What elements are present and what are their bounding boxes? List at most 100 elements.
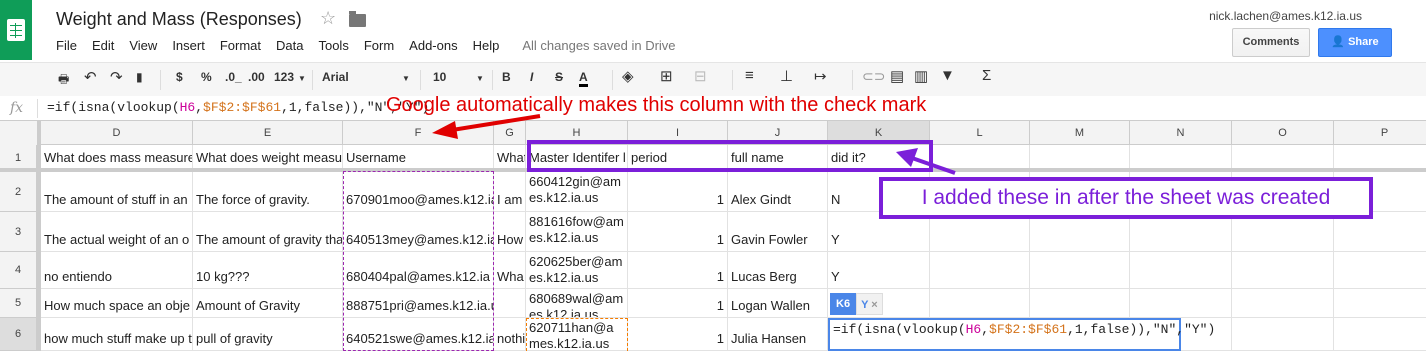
save-status[interactable]: All changes saved in Drive (522, 38, 675, 53)
cell-p5[interactable] (1334, 289, 1426, 318)
column-header-p[interactable]: P (1334, 121, 1426, 145)
italic-button[interactable]: I (530, 70, 533, 84)
menu-edit[interactable]: Edit (92, 38, 114, 53)
cell-n4[interactable] (1130, 252, 1232, 289)
undo-icon[interactable]: ↶ (84, 68, 97, 86)
text-wrap-icon[interactable]: ↦ (814, 67, 827, 85)
bold-button[interactable]: B (502, 70, 511, 84)
row-header-5[interactable]: 5 (0, 289, 37, 318)
cell-h5[interactable]: 680689wal@ames.k12.ia.us (526, 289, 628, 318)
column-header-l[interactable]: L (930, 121, 1030, 145)
cell-editor-k6[interactable]: =if(isna(vlookup(H6,$F$2:$F$61,1,false))… (828, 318, 1215, 351)
formula-input[interactable]: =if(isna(vlookup(H6,$F$2:$F$61,1,false))… (47, 100, 429, 115)
cell-g6[interactable]: nothi (494, 318, 526, 351)
cell-e6[interactable]: pull of gravity (193, 318, 343, 351)
menu-addons[interactable]: Add-ons (409, 38, 457, 53)
cell-g4[interactable]: Wha (494, 252, 526, 289)
chart-icon[interactable]: ▥ (914, 67, 928, 85)
column-header-f[interactable]: F (343, 121, 494, 145)
print-icon[interactable]: 🖶 (58, 70, 69, 91)
cell-h2[interactable]: 660412gin@ames.k12.ia.us (526, 172, 628, 212)
cell-i4[interactable]: 1 (628, 252, 728, 289)
column-header-m[interactable]: M (1030, 121, 1130, 145)
font-size-select[interactable]: 10 (433, 70, 446, 84)
cell-i5[interactable]: 1 (628, 289, 728, 318)
paint-format-icon[interactable]: ▮ (136, 70, 143, 84)
sheets-logo[interactable] (0, 0, 32, 60)
cell-d6[interactable]: how much stuff make up t (41, 318, 193, 351)
menu-data[interactable]: Data (276, 38, 303, 53)
cell-k4[interactable]: Y (828, 252, 930, 289)
column-header-e[interactable]: E (193, 121, 343, 145)
align-left-icon[interactable]: ≡ (745, 67, 754, 84)
row-header-2[interactable]: 2 (0, 172, 37, 212)
comments-button[interactable]: Comments (1232, 28, 1310, 57)
menu-form[interactable]: Form (364, 38, 394, 53)
column-header-g[interactable]: G (494, 121, 526, 145)
cell-j6[interactable]: Julia Hansen (728, 318, 828, 351)
cell-i6[interactable]: 1 (628, 318, 728, 351)
merge-cells-icon[interactable]: ⊟ (694, 67, 707, 85)
currency-button[interactable]: $ (176, 70, 183, 84)
folder-icon[interactable] (349, 11, 366, 27)
menu-format[interactable]: Format (220, 38, 261, 53)
menu-help[interactable]: Help (473, 38, 500, 53)
cell-e3[interactable]: The amount of gravity tha (193, 212, 343, 252)
filter-icon[interactable]: ▼ (940, 67, 955, 84)
share-button[interactable]: 👤 Share (1318, 28, 1392, 57)
cell-e4[interactable]: 10 kg??? (193, 252, 343, 289)
cell-i3[interactable]: 1 (628, 212, 728, 252)
menu-tools[interactable]: Tools (318, 38, 348, 53)
text-color-button[interactable]: A (579, 70, 588, 87)
cell-h4[interactable]: 620625ber@ames.k12.ia.us (526, 252, 628, 289)
cell-e5[interactable]: Amount of Gravity (193, 289, 343, 318)
menu-view[interactable]: View (129, 38, 157, 53)
cell-j2[interactable]: Alex Gindt (728, 172, 828, 212)
comment-icon[interactable]: ▤ (890, 67, 904, 85)
cell-j5[interactable]: Logan Wallen (728, 289, 828, 318)
star-icon[interactable]: ☆ (320, 8, 336, 29)
percent-button[interactable]: % (201, 70, 212, 84)
frozen-column-divider[interactable] (37, 121, 41, 351)
user-email[interactable]: nick.lachen@ames.k12.ia.us (1209, 9, 1362, 23)
cell-j4[interactable]: Lucas Berg (728, 252, 828, 289)
row-header-3[interactable]: 3 (0, 212, 37, 252)
select-all-corner[interactable] (0, 121, 38, 146)
functions-button[interactable]: Σ (982, 67, 991, 84)
cell-d2[interactable]: The amount of stuff in an (41, 172, 193, 212)
fill-color-icon[interactable]: ◈ (622, 67, 634, 85)
row-header-4[interactable]: 4 (0, 252, 37, 289)
font-select[interactable]: Arial (322, 70, 349, 84)
cell-g2[interactable]: I am (494, 172, 526, 212)
cell-j3[interactable]: Gavin Fowler (728, 212, 828, 252)
menu-file[interactable]: File (56, 38, 77, 53)
close-icon[interactable]: × (871, 299, 877, 311)
column-header-o[interactable]: O (1232, 121, 1334, 145)
row-header-6[interactable]: 6 (0, 318, 37, 351)
cell-d3[interactable]: The actual weight of an o (41, 212, 193, 252)
cell-g3[interactable]: How (494, 212, 526, 252)
cell-m4[interactable] (1030, 252, 1130, 289)
link-icon[interactable]: ⊂⊃ (862, 68, 885, 85)
number-format-button[interactable]: 123 (274, 70, 294, 84)
cell-l5[interactable] (930, 289, 1030, 318)
cell-p6[interactable] (1334, 318, 1426, 351)
cell-g5[interactable] (494, 289, 526, 318)
cell-d4[interactable]: no entiendo (41, 252, 193, 289)
document-title[interactable]: Weight and Mass (Responses) (56, 9, 302, 30)
cell-i2[interactable]: 1 (628, 172, 728, 212)
cell-n5[interactable] (1130, 289, 1232, 318)
menu-insert[interactable]: Insert (172, 38, 205, 53)
decrease-decimal-button[interactable]: .0_ (225, 70, 242, 84)
cell-m5[interactable] (1030, 289, 1130, 318)
cell-d5[interactable]: How much space an obje (41, 289, 193, 318)
borders-icon[interactable]: ⊞ (660, 67, 673, 85)
cell-l4[interactable] (930, 252, 1030, 289)
cell-e2[interactable]: The force of gravity. (193, 172, 343, 212)
cell-o5[interactable] (1232, 289, 1334, 318)
redo-icon[interactable]: ↷ (110, 68, 123, 86)
cell-h3[interactable]: 881616fow@ames.k12.ia.us (526, 212, 628, 252)
vertical-align-icon[interactable]: ⊥ (780, 67, 793, 85)
cell-o6[interactable] (1232, 318, 1334, 351)
column-header-n[interactable]: N (1130, 121, 1232, 145)
